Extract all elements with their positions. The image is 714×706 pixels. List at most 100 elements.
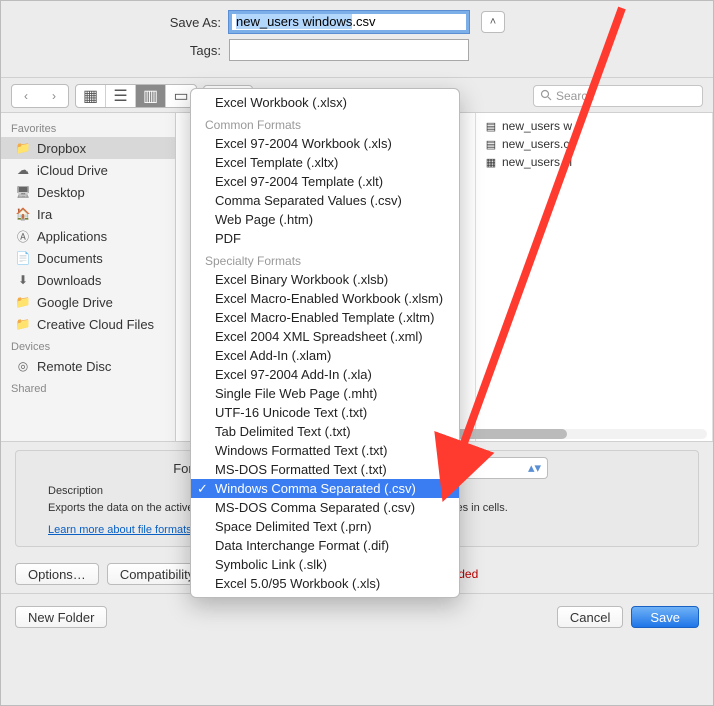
new-folder-button[interactable]: New Folder: [15, 606, 107, 628]
saveas-ext: .csv: [352, 14, 375, 29]
learn-more-link[interactable]: Learn more about file formats: [48, 524, 192, 536]
format-option[interactable]: Excel Macro-Enabled Workbook (.xlsm): [191, 289, 459, 308]
sidebar-item[interactable]: 📁 Dropbox: [1, 137, 175, 159]
sidebar-item-label: Documents: [37, 251, 103, 266]
folder-icon: 📁: [15, 316, 31, 332]
format-option[interactable]: PDF: [191, 229, 459, 248]
sidebar-favorites-heading: Favorites: [1, 117, 175, 137]
format-option[interactable]: Excel 97-2004 Workbook (.xls): [191, 134, 459, 153]
file-row[interactable]: ▤ new_users w: [478, 117, 712, 135]
sidebar-item[interactable]: 📁 Creative Cloud Files: [1, 313, 175, 335]
format-option[interactable]: Excel Add-In (.xlam): [191, 346, 459, 365]
file-label: new_users w: [502, 119, 572, 133]
format-option[interactable]: Space Delimited Text (.prn): [191, 517, 459, 536]
format-option[interactable]: UTF-16 Unicode Text (.txt): [191, 403, 459, 422]
format-option[interactable]: Excel Template (.xltx): [191, 153, 459, 172]
format-option[interactable]: Comma Separated Values (.csv): [191, 191, 459, 210]
saveas-input[interactable]: new_users windows.csv: [229, 11, 469, 33]
sidebar-item-label: Creative Cloud Files: [37, 317, 154, 332]
saveas-selection: new_users windows: [236, 14, 352, 29]
file-row[interactable]: ▤ new_users.cs: [478, 135, 712, 153]
format-option[interactable]: Excel Workbook (.xlsx): [191, 93, 459, 112]
desktop-icon: 🖥: [15, 184, 31, 200]
format-option[interactable]: Windows Comma Separated (.csv): [191, 479, 459, 498]
columns-icon: ▥: [143, 86, 158, 106]
file-label: new_users.xl: [502, 155, 572, 169]
format-option[interactable]: Excel 97-2004 Template (.xlt): [191, 172, 459, 191]
format-option[interactable]: Web Page (.htm): [191, 210, 459, 229]
view-icons-button[interactable]: ▦: [76, 85, 106, 107]
nav-forward-button[interactable]: ›: [40, 85, 68, 107]
collapse-button[interactable]: ˄: [481, 11, 505, 33]
view-columns-button[interactable]: ▥: [136, 85, 166, 107]
nav-buttons: ‹ ›: [11, 84, 69, 108]
sidebar-item-label: iCloud Drive: [37, 163, 108, 178]
sidebar-item-label: Downloads: [37, 273, 101, 288]
folder-icon: 📁: [15, 140, 31, 156]
sidebar-item[interactable]: 🏠 Ira: [1, 203, 175, 225]
format-option[interactable]: MS-DOS Formatted Text (.txt): [191, 460, 459, 479]
format-option[interactable]: Excel 97-2004 Add-In (.xla): [191, 365, 459, 384]
format-option[interactable]: Excel Binary Workbook (.xlsb): [191, 270, 459, 289]
format-option[interactable]: Single File Web Page (.mht): [191, 384, 459, 403]
documents-icon: 📄: [15, 250, 31, 266]
sidebar-item-label: Google Drive: [37, 295, 113, 310]
tags-label: Tags:: [1, 43, 229, 58]
format-option[interactable]: MS-DOS Comma Separated (.csv): [191, 498, 459, 517]
dropdown-arrows-icon: ▴▾: [528, 460, 541, 476]
search-icon: [540, 89, 552, 104]
divider: [1, 77, 713, 78]
sidebar-shared-heading: Shared: [1, 377, 175, 397]
bottom-row: New Folder Cancel Save: [1, 593, 713, 640]
format-option[interactable]: Windows Formatted Text (.txt): [191, 441, 459, 460]
view-list-button[interactable]: ☰: [106, 85, 136, 107]
sidebar-devices-heading: Devices: [1, 335, 175, 355]
format-option[interactable]: Data Interchange Format (.dif): [191, 536, 459, 555]
sidebar-item-label: Dropbox: [37, 141, 86, 156]
sidebar-item[interactable]: 🖥 Desktop: [1, 181, 175, 203]
sidebar-item[interactable]: ◎Remote Disc: [1, 355, 175, 377]
folder-icon: 📁: [15, 294, 31, 310]
format-option[interactable]: Symbolic Link (.slk): [191, 555, 459, 574]
file-label: new_users.cs: [502, 137, 575, 151]
file-row[interactable]: ▦ new_users.xl: [478, 153, 712, 171]
file-column-2: ▤ new_users w ▤ new_users.cs ▦ new_users.xl: [476, 113, 713, 441]
nav-back-button[interactable]: ‹: [12, 85, 40, 107]
chevron-left-icon: ‹: [24, 89, 28, 103]
saveas-label: Save As:: [1, 15, 229, 30]
format-option[interactable]: Excel Macro-Enabled Template (.xltm): [191, 308, 459, 327]
sidebar-item[interactable]: ⬇︎ Downloads: [1, 269, 175, 291]
save-button[interactable]: Save: [631, 606, 699, 628]
sidebar-item-label: Ira: [37, 207, 52, 222]
list-icon: ☰: [113, 86, 127, 106]
sidebar-item[interactable]: Ⓐ Applications: [1, 225, 175, 247]
format-option[interactable]: Excel 5.0/95 Workbook (.xls): [191, 574, 459, 593]
home-icon: 🏠: [15, 206, 31, 222]
save-header: Save As: new_users windows.csv ˄ Tags:: [1, 1, 713, 75]
sidebar-item[interactable]: 📄 Documents: [1, 247, 175, 269]
csv-file-icon: ▤: [484, 119, 498, 133]
format-option[interactable]: Tab Delimited Text (.txt): [191, 422, 459, 441]
options-button[interactable]: Options…: [15, 563, 99, 585]
apps-icon: Ⓐ: [15, 228, 31, 244]
grid-icon: ▦: [83, 86, 98, 106]
tags-input[interactable]: [229, 39, 469, 61]
format-option[interactable]: Excel 2004 XML Spreadsheet (.xml): [191, 327, 459, 346]
downloads-icon: ⬇︎: [15, 272, 31, 288]
format-group-heading: Specialty Formats: [191, 248, 459, 270]
coverflow-icon: ▭: [173, 86, 188, 106]
search-placeholder: Search: [556, 89, 594, 103]
sidebar: Favorites 📁 Dropbox ☁︎ iCloud Drive 🖥 Desktop…: [1, 113, 176, 441]
sidebar-item-label: Applications: [37, 229, 107, 244]
sidebar-item[interactable]: ☁︎ iCloud Drive: [1, 159, 175, 181]
sidebar-item[interactable]: 📁 Google Drive: [1, 291, 175, 313]
disc-icon: ◎: [15, 358, 31, 374]
cancel-button[interactable]: Cancel: [557, 606, 623, 628]
search-input[interactable]: Search: [533, 85, 703, 107]
sidebar-item-label: Desktop: [37, 185, 85, 200]
chevron-right-icon: ›: [52, 89, 56, 103]
xlsx-file-icon: ▦: [484, 155, 498, 169]
csv-file-icon: ▤: [484, 137, 498, 151]
view-buttons: ▦ ☰ ▥ ▭: [75, 84, 197, 108]
cloud-icon: ☁︎: [15, 162, 31, 178]
